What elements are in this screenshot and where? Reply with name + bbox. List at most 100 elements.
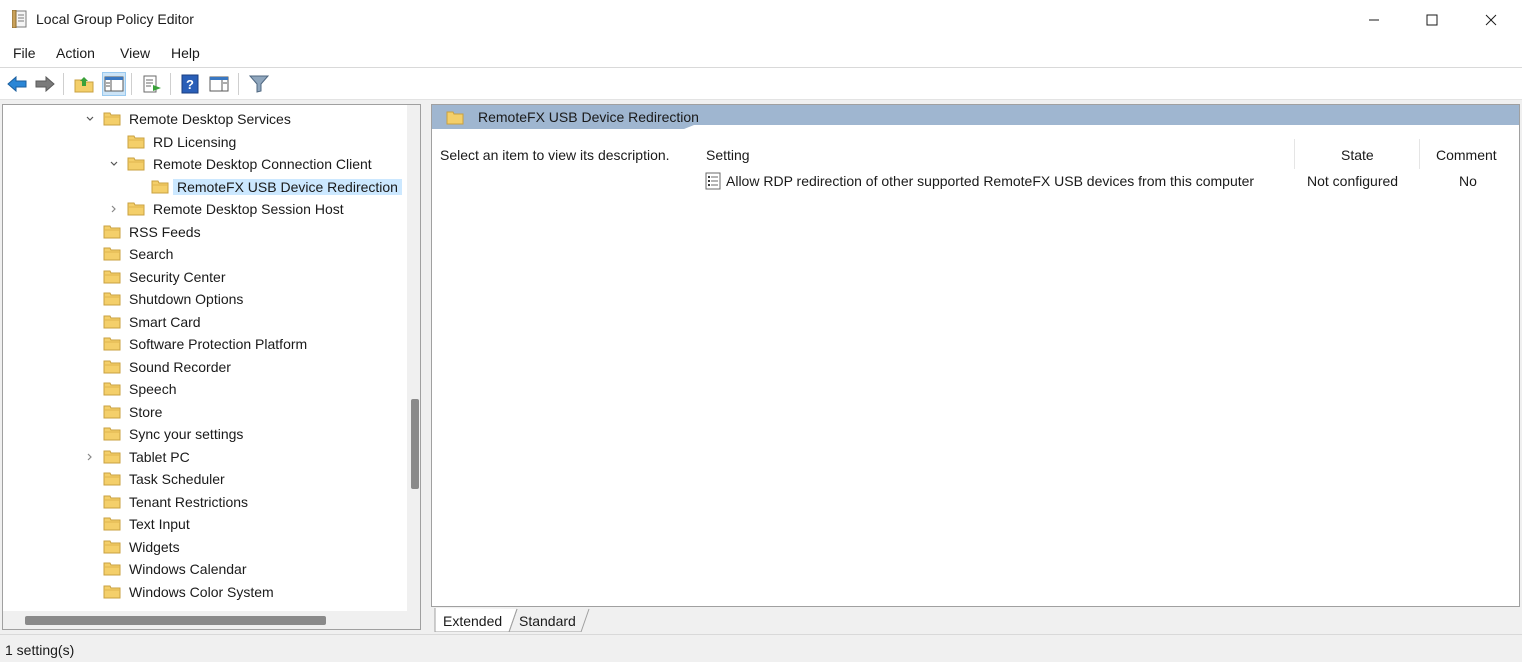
chevron-right-icon[interactable] xyxy=(84,451,96,463)
menu-help[interactable]: Help xyxy=(171,45,200,61)
up-folder-icon xyxy=(74,77,94,93)
menu-file[interactable]: File xyxy=(13,45,36,61)
folder-icon xyxy=(103,494,121,509)
menu-view[interactable]: View xyxy=(120,45,150,61)
tree-item[interactable]: Remote Desktop Services xyxy=(3,108,403,130)
setting-name[interactable]: Allow RDP redirection of other supported… xyxy=(726,173,1254,189)
maximize-button[interactable] xyxy=(1403,0,1461,39)
tree-item[interactable]: Store xyxy=(3,401,403,423)
chevron-down-icon[interactable] xyxy=(108,158,120,170)
folder-icon xyxy=(103,516,121,531)
filter-icon xyxy=(249,75,269,93)
toolbar: ? xyxy=(0,68,1522,100)
tree-item[interactable]: Shutdown Options xyxy=(3,288,403,310)
menu-action[interactable]: Action xyxy=(56,45,95,61)
tree-item[interactable]: Sync your settings xyxy=(3,423,403,445)
tree-item[interactable]: Security Center xyxy=(3,266,403,288)
folder-icon xyxy=(103,291,121,306)
tree-item-label: Security Center xyxy=(129,268,226,285)
details-pane: RemoteFX USB Device Redirection Select a… xyxy=(431,104,1520,607)
description-text: Select an item to view its description. xyxy=(440,147,670,163)
tree-item[interactable]: Task Scheduler xyxy=(3,468,403,490)
column-separator[interactable] xyxy=(1419,139,1420,169)
tree-item[interactable]: Windows Color System xyxy=(3,581,403,603)
tab-standard[interactable]: Standard xyxy=(519,613,576,629)
toolbar-separator xyxy=(238,73,239,95)
close-icon xyxy=(1485,14,1497,25)
folder-icon xyxy=(103,561,121,576)
folder-icon xyxy=(103,314,121,329)
tree-pane[interactable]: Remote Desktop Services RD Licensing Remot… xyxy=(2,104,421,630)
tree-item-label: Smart Card xyxy=(129,313,201,330)
tree-item[interactable]: RSS Feeds xyxy=(3,221,403,243)
folder-icon xyxy=(103,449,121,464)
tree-horizontal-scrollbar[interactable] xyxy=(3,611,420,629)
minimize-icon xyxy=(1369,19,1379,20)
tree-item[interactable]: Search xyxy=(3,243,403,265)
back-icon xyxy=(7,76,27,92)
scrollbar-thumb[interactable] xyxy=(25,616,326,625)
show-action-pane-icon xyxy=(209,76,229,92)
tree-item-label: Search xyxy=(129,246,174,262)
column-header-state[interactable]: State xyxy=(1341,147,1374,163)
toolbar-separator xyxy=(63,73,64,95)
show-action-pane-button[interactable] xyxy=(207,72,231,96)
tree-item[interactable]: Speech xyxy=(3,378,403,400)
show-hide-tree-button[interactable] xyxy=(102,72,126,96)
tree-vertical-scrollbar[interactable] xyxy=(407,105,420,611)
tree-item[interactable]: Widgets xyxy=(3,536,403,558)
column-header-setting[interactable]: Setting xyxy=(706,147,750,163)
export-list-button[interactable] xyxy=(140,72,164,96)
tree-item[interactable]: Windows Calendar xyxy=(3,558,403,580)
column-separator[interactable] xyxy=(1294,139,1295,169)
tree-item-label: Windows Calendar xyxy=(129,561,247,577)
folder-icon xyxy=(103,381,121,396)
column-header-comment[interactable]: Comment xyxy=(1436,147,1497,163)
tree-item[interactable]: RD Licensing xyxy=(3,131,403,153)
policy-setting-icon xyxy=(705,172,721,193)
folder-icon xyxy=(103,426,121,441)
close-button[interactable] xyxy=(1462,0,1520,39)
tree-item[interactable]: Smart Card xyxy=(3,311,403,333)
folder-icon xyxy=(103,111,121,126)
tree-item[interactable]: Tenant Restrictions xyxy=(3,491,403,513)
chevron-right-icon[interactable] xyxy=(108,203,120,215)
tree-item[interactable]: Software Protection Platform xyxy=(3,333,403,355)
help-button[interactable]: ? xyxy=(178,72,202,96)
svg-text:?: ? xyxy=(186,77,194,92)
tree-item-label: Tenant Restrictions xyxy=(129,493,249,510)
filter-button[interactable] xyxy=(247,72,271,96)
toolbar-separator xyxy=(131,73,132,95)
tree-item-label: Shutdown Options xyxy=(129,291,244,307)
forward-button[interactable] xyxy=(33,72,57,96)
folder-icon xyxy=(103,359,121,374)
toolbar-separator xyxy=(170,73,171,95)
folder-icon xyxy=(103,471,121,486)
tree-item[interactable]: Sound Recorder xyxy=(3,356,403,378)
tree-item-label: Windows Color System xyxy=(129,583,274,600)
tree-item[interactable]: RemoteFX USB Device Redirection xyxy=(3,176,403,198)
show-hide-tree-icon xyxy=(104,76,124,92)
tab-extended[interactable]: Extended xyxy=(443,613,502,629)
scrollbar-thumb[interactable] xyxy=(411,399,419,489)
tree-item-label: Task Scheduler xyxy=(129,471,225,487)
tree-item[interactable]: Tablet PC xyxy=(3,446,403,468)
folder-icon xyxy=(103,269,121,284)
tree-item[interactable]: Text Input xyxy=(3,513,403,535)
up-folder-button[interactable] xyxy=(72,72,96,96)
tree-item-label: Tablet PC xyxy=(129,448,190,465)
chevron-down-icon[interactable] xyxy=(84,113,96,125)
status-bar: 1 setting(s) xyxy=(0,634,1522,662)
status-text: 1 setting(s) xyxy=(5,642,75,658)
back-button[interactable] xyxy=(5,72,29,96)
setting-comment: No xyxy=(1459,173,1477,189)
tree-item[interactable]: Remote Desktop Connection Client xyxy=(3,153,403,175)
setting-state: Not configured xyxy=(1307,173,1399,189)
tree-item-label: Speech xyxy=(129,381,177,397)
folder-icon xyxy=(103,539,121,554)
forward-icon xyxy=(35,76,55,92)
minimize-button[interactable] xyxy=(1345,0,1403,39)
tree-item-label: Software Protection Platform xyxy=(129,336,308,352)
details-header: RemoteFX USB Device Redirection xyxy=(432,105,1519,129)
tree-item[interactable]: Remote Desktop Session Host xyxy=(3,198,403,220)
